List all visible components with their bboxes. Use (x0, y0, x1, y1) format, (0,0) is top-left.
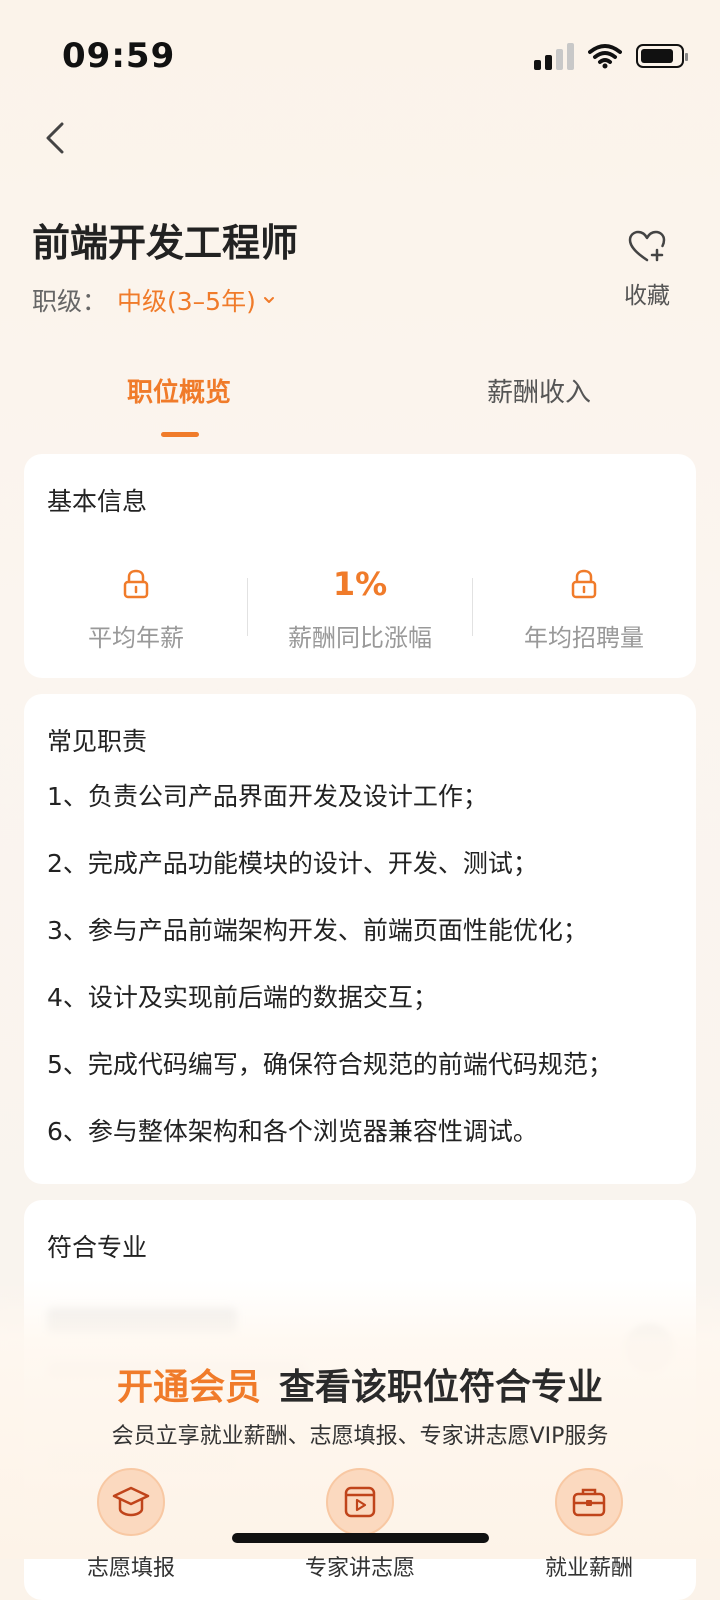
list-item: 4、设计及实现前后端的数据交互； (47, 983, 438, 1012)
level-value: 中级(3–5年) (117, 287, 256, 316)
favorite-label: 收藏 (624, 283, 670, 309)
home-indicator[interactable] (232, 1533, 489, 1543)
level-selector[interactable]: 职级： 中级(3–5年) (32, 282, 276, 318)
system-icons (534, 42, 688, 70)
basic-info-card: 基本信息 平均年薪 1% 薪酬同比涨幅 年均招聘量 (24, 454, 696, 678)
wifi-icon (588, 44, 622, 69)
status-time: 09:59 (62, 36, 176, 76)
feature-label: 志愿填报 (86, 1556, 175, 1581)
job-title: 前端开发工程师 (32, 221, 299, 265)
list-item: 1、负责公司产品界面开发及设计工作； (47, 782, 488, 811)
stat-label: 平均年薪 (88, 624, 184, 652)
video-play-icon (344, 1486, 376, 1518)
tab-bar: 职位概览 薪酬收入 (0, 372, 720, 442)
duties-card: 常见职责 1、负责公司产品界面开发及设计工作； 2、完成产品功能模块的设计、开发… (24, 694, 696, 1184)
stat-value: 1% (332, 565, 388, 603)
back-button[interactable] (36, 118, 76, 158)
feature-employment-salary[interactable]: 就业薪酬 (519, 1468, 659, 1582)
briefcase-icon (572, 1488, 606, 1517)
feature-volunteer-filling[interactable]: 志愿填报 (61, 1468, 201, 1582)
feature-expert-talk[interactable]: 专家讲志愿 (290, 1468, 430, 1582)
list-item: 5、完成代码编写，确保符合规范的前端代码规范； (47, 1050, 613, 1079)
feature-label: 就业薪酬 (544, 1556, 633, 1581)
chevron-down-icon (263, 297, 274, 303)
promo-title-text: 查看该职位符合专业 (279, 1367, 604, 1408)
favorite-button[interactable]: 收藏 (612, 230, 682, 310)
promo-title[interactable]: 开通会员 查看该职位符合专业 (0, 1358, 720, 1410)
duty-list: 1、负责公司产品界面开发及设计工作； 2、完成产品功能模块的设计、开发、测试； … (47, 780, 687, 1182)
tab-overview[interactable]: 职位概览 (127, 372, 231, 409)
graduation-cap-icon (112, 1486, 150, 1517)
tab-active-indicator (161, 432, 199, 437)
stat-salary-growth: 1% 薪酬同比涨幅 (248, 564, 472, 653)
cellular-signal-icon (534, 42, 574, 70)
stat-label: 年均招聘量 (524, 624, 644, 652)
level-label: 职级： (32, 287, 108, 316)
status-bar: 09:59 (0, 0, 720, 110)
list-item: 3、参与产品前端架构开发、前端页面性能优化； (47, 916, 588, 945)
battery-icon (636, 44, 688, 68)
list-item: 2、完成产品功能模块的设计、开发、测试； (47, 849, 538, 878)
list-item: 6、参与整体架构和各个浏览器兼容性调试。 (47, 1117, 538, 1146)
majors-title: 符合专业 (47, 1233, 148, 1262)
tab-salary[interactable]: 薪酬收入 (487, 372, 591, 409)
basic-info-title: 基本信息 (47, 487, 148, 516)
lock-icon (123, 569, 149, 599)
stat-annual-hiring[interactable]: 年均招聘量 (472, 564, 696, 653)
feature-label: 专家讲志愿 (304, 1556, 415, 1581)
heart-plus-icon (628, 230, 666, 262)
duties-title: 常见职责 (47, 727, 148, 756)
chevron-left-icon (46, 122, 64, 154)
lock-icon (571, 569, 597, 599)
stat-average-salary[interactable]: 平均年薪 (24, 564, 248, 653)
promo-subtitle: 会员立享就业薪酬、志愿填报、专家讲志愿VIP服务 (111, 1424, 609, 1449)
promo-highlight: 开通会员 (116, 1367, 261, 1408)
stat-label: 薪酬同比涨幅 (288, 624, 432, 652)
